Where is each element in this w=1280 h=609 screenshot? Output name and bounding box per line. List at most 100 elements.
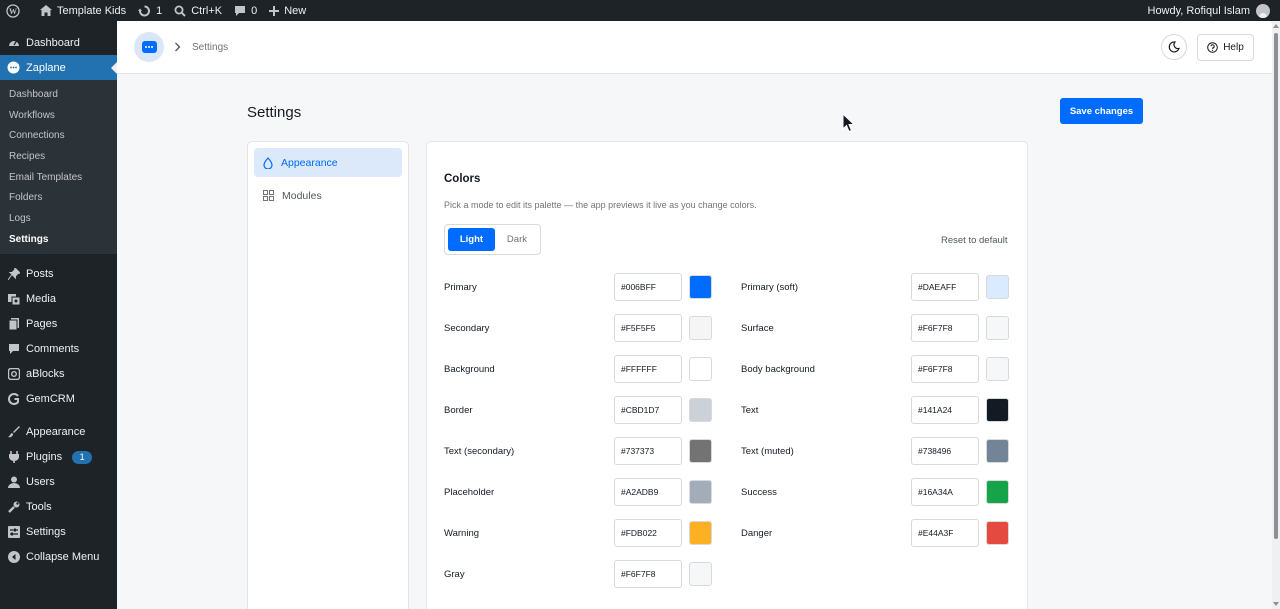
collapse-menu-label: Collapse Menu: [26, 551, 100, 563]
submenu-workflows[interactable]: Workflows: [0, 105, 117, 126]
color-hex-input[interactable]: #CBD1D7: [614, 396, 682, 424]
color-label: Body background: [741, 364, 815, 375]
side-nav-modules[interactable]: Modules: [254, 181, 402, 210]
color-swatch[interactable]: [689, 398, 712, 422]
color-hex-input[interactable]: #FFFFFF: [614, 355, 682, 383]
color-hex-input[interactable]: #F6F7F8: [911, 355, 979, 383]
color-swatch[interactable]: [986, 275, 1009, 299]
color-swatch[interactable]: [689, 439, 712, 463]
menu-ablocks-label: aBlocks: [26, 368, 65, 380]
side-nav-modules-label: Modules: [282, 189, 322, 202]
site-name-link[interactable]: Template Kids: [34, 0, 132, 21]
color-hex-input[interactable]: #F6F7F8: [614, 560, 682, 588]
color-swatch[interactable]: [986, 480, 1009, 504]
color-hex-input[interactable]: #16A34A: [911, 478, 979, 506]
home-icon: [40, 5, 52, 16]
menu-media[interactable]: Media: [0, 287, 117, 312]
color-hex-input[interactable]: #141A24: [911, 396, 979, 424]
color-swatch[interactable]: [986, 316, 1009, 340]
submenu-email-templates[interactable]: Email Templates: [0, 167, 117, 188]
color-label: Background: [444, 364, 495, 375]
zaplane-icon: [7, 61, 20, 74]
wordpress-icon: W: [6, 3, 20, 18]
collapse-menu-button[interactable]: Collapse Menu: [0, 545, 117, 570]
color-swatch[interactable]: [689, 357, 712, 381]
mode-switch: Light Dark: [444, 224, 541, 255]
plugins-update-badge: 1: [72, 450, 93, 464]
submenu-logs[interactable]: Logs: [0, 208, 117, 229]
menu-plugins-label: Plugins: [26, 451, 63, 463]
color-hex-input[interactable]: #737373: [614, 437, 682, 465]
color-swatch[interactable]: [689, 562, 712, 586]
submenu-folders[interactable]: Folders: [0, 187, 117, 208]
page-scrollbar[interactable]: [1272, 21, 1280, 609]
menu-dashboard[interactable]: Dashboard: [0, 30, 117, 55]
grid-icon: [263, 190, 274, 201]
mode-dark-button[interactable]: Dark: [497, 228, 537, 251]
color-swatch[interactable]: [689, 521, 712, 545]
mode-light-button[interactable]: Light: [448, 228, 495, 251]
color-hex-input[interactable]: #F5F5F5: [614, 314, 682, 342]
ablocks-icon: [7, 368, 20, 381]
help-button[interactable]: Help: [1197, 34, 1254, 61]
menu-settings-label: Settings: [26, 526, 66, 538]
page-title: Settings: [247, 104, 302, 121]
updates-link[interactable]: 1: [132, 0, 168, 21]
color-hex-input[interactable]: #A2ADB9: [614, 478, 682, 506]
color-label: Warning: [444, 528, 480, 539]
color-hex-input[interactable]: #DAEAFF: [911, 273, 979, 301]
mouse-cursor-icon: [842, 112, 856, 138]
color-swatch[interactable]: [986, 398, 1009, 422]
scroll-down-arrow-icon[interactable]: [1273, 602, 1279, 606]
media-icon: [7, 293, 20, 306]
reset-to-default-button[interactable]: Reset to default: [941, 235, 1008, 246]
color-row: Body background #F6F7F8: [741, 355, 1011, 383]
color-hex-input[interactable]: #006BFF: [614, 273, 682, 301]
wordpress-logo-button[interactable]: W: [0, 0, 26, 21]
submenu-connections[interactable]: Connections: [0, 125, 117, 146]
color-swatch[interactable]: [986, 439, 1009, 463]
menu-users[interactable]: Users: [0, 470, 117, 495]
save-changes-button[interactable]: Save changes: [1060, 98, 1143, 124]
submenu-settings[interactable]: Settings: [0, 229, 117, 250]
menu-posts[interactable]: Posts: [0, 262, 117, 287]
color-row: Text (muted) #738496: [741, 437, 1011, 465]
pushpin-icon: [7, 268, 20, 281]
app-logo[interactable]: [134, 32, 164, 62]
menu-zaplane[interactable]: Zaplane: [0, 55, 117, 80]
search-shortcut[interactable]: Ctrl+K: [168, 0, 228, 21]
color-hex-input[interactable]: #F6F7F8: [911, 314, 979, 342]
breadcrumb: Settings: [192, 42, 229, 53]
menu-pages[interactable]: Pages: [0, 312, 117, 337]
menu-gemcrm-label: GemCRM: [26, 393, 75, 405]
comments-icon: [7, 343, 20, 356]
color-row: Danger #E44A3F: [741, 519, 1011, 547]
submenu-recipes[interactable]: Recipes: [0, 146, 117, 167]
color-label: Border: [444, 405, 473, 416]
color-swatch[interactable]: [689, 316, 712, 340]
theme-toggle-button[interactable]: [1161, 34, 1187, 60]
scrollbar-thumb[interactable]: [1274, 33, 1278, 539]
color-hex-input[interactable]: #FDB022: [614, 519, 682, 547]
color-label: Primary (soft): [741, 282, 798, 293]
menu-tools[interactable]: Tools: [0, 495, 117, 520]
menu-plugins[interactable]: Plugins 1: [0, 445, 117, 470]
color-hex-input[interactable]: #738496: [911, 437, 979, 465]
menu-comments[interactable]: Comments: [0, 337, 117, 362]
side-nav-appearance[interactable]: Appearance: [254, 148, 402, 177]
account-menu[interactable]: Howdy, Rofiqul Islam: [1148, 3, 1280, 18]
color-swatch[interactable]: [689, 480, 712, 504]
color-swatch[interactable]: [986, 357, 1009, 381]
comments-link[interactable]: 0: [228, 0, 263, 21]
new-label: New: [284, 4, 307, 17]
color-swatch[interactable]: [986, 521, 1009, 545]
menu-gemcrm[interactable]: GemCRM: [0, 387, 117, 412]
scroll-up-arrow-icon[interactable]: [1273, 24, 1279, 28]
color-hex-input[interactable]: #E44A3F: [911, 519, 979, 547]
submenu-dashboard[interactable]: Dashboard: [0, 84, 117, 105]
menu-ablocks[interactable]: aBlocks: [0, 362, 117, 387]
color-swatch[interactable]: [689, 275, 712, 299]
menu-settings[interactable]: Settings: [0, 520, 117, 545]
menu-appearance[interactable]: Appearance: [0, 420, 117, 445]
new-content-button[interactable]: New: [263, 0, 312, 21]
